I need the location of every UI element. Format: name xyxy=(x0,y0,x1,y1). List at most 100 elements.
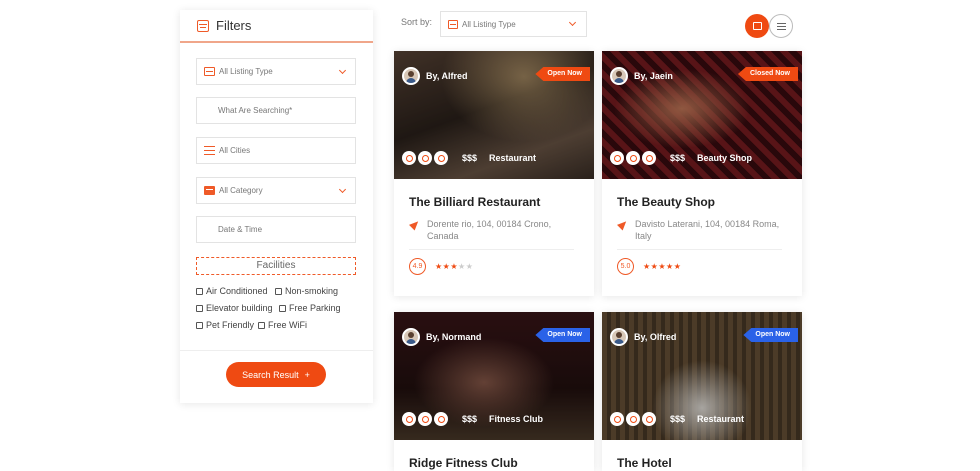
chevron-down-icon xyxy=(338,66,347,75)
listing-image[interactable]: By, Alfred Open Now $$$ Restaurant xyxy=(394,51,594,179)
checkbox-box[interactable] xyxy=(279,304,286,312)
location-pin-icon[interactable] xyxy=(610,412,624,426)
listing-title[interactable]: Ridge Fitness Club xyxy=(409,456,518,470)
share-icon[interactable] xyxy=(642,151,656,165)
rating-score: 5.0 xyxy=(617,258,634,275)
grid-view-icon xyxy=(753,22,762,30)
category-select[interactable]: All Category xyxy=(196,177,356,204)
listing-card[interactable]: By, Alfred Open Now $$$ Restaurant The B… xyxy=(394,51,594,296)
search-button-label: Search Result xyxy=(242,369,299,380)
heart-icon[interactable] xyxy=(626,412,640,426)
date-time-placeholder: Date & Time xyxy=(218,225,263,234)
price-level: $$$ xyxy=(670,414,686,424)
avatar xyxy=(610,67,628,85)
list-icon xyxy=(204,146,215,155)
status-badge: Closed Now xyxy=(737,67,798,81)
checkbox-box[interactable] xyxy=(275,287,282,295)
checkbox-label: Free Parking xyxy=(289,303,341,313)
location-pin-icon[interactable] xyxy=(402,151,416,165)
search-input[interactable]: What Are Searching* xyxy=(196,97,356,124)
navigation-arrow-icon xyxy=(616,218,630,231)
navigation-arrow-icon xyxy=(408,218,422,231)
listing-image[interactable]: By, Olfred Open Now $$$ Restaurant xyxy=(602,312,802,440)
checkbox-label: Pet Friendly xyxy=(206,320,255,330)
sort-label: Sort by: xyxy=(401,17,433,27)
category-icon xyxy=(204,186,215,195)
listing-category: Fitness Club xyxy=(489,414,544,424)
price-level: $$$ xyxy=(670,153,686,163)
checkbox-elevator-building[interactable]: Elevator building xyxy=(196,303,273,313)
rating-score: 4.9 xyxy=(409,258,426,275)
listing-image[interactable]: By, Normand Open Now $$$ Fitness Club xyxy=(394,312,594,440)
author-name: By, Olfred xyxy=(634,332,677,342)
share-icon[interactable] xyxy=(434,412,448,426)
checkbox-label: Elevator building xyxy=(206,303,273,313)
heart-icon[interactable] xyxy=(418,412,432,426)
listing-category: Restaurant xyxy=(489,153,537,163)
listing-type-select[interactable]: All Listing Type xyxy=(196,58,356,85)
listing-card[interactable]: By, Jaein Closed Now $$$ Beauty Shop The… xyxy=(602,51,802,296)
listing-image[interactable]: By, Jaein Closed Now $$$ Beauty Shop xyxy=(602,51,802,179)
listing-card[interactable]: By, Olfred Open Now $$$ Restaurant The H… xyxy=(602,312,802,471)
sort-value: All Listing Type xyxy=(462,19,516,29)
listing-author: By, Normand xyxy=(402,328,481,346)
listing-address: Dorente rio, 104, 00184 Crono, Canada xyxy=(408,218,579,242)
list-view-icon xyxy=(777,23,786,30)
checkbox-label: Air Conditioned xyxy=(206,286,268,296)
filters-title: Filters xyxy=(216,18,252,33)
chevron-down-icon xyxy=(568,18,577,27)
date-time-input[interactable]: Date & Time xyxy=(196,216,356,243)
author-name: By, Alfred xyxy=(426,71,468,81)
location-pin-icon[interactable] xyxy=(610,151,624,165)
location-pin-icon[interactable] xyxy=(402,412,416,426)
avatar xyxy=(402,67,420,85)
share-icon[interactable] xyxy=(642,412,656,426)
list-view-button[interactable] xyxy=(769,14,793,38)
cities-select[interactable]: All Cities xyxy=(196,137,356,164)
listing-author: By, Jaein xyxy=(610,67,673,85)
checkbox-label: Free WiFi xyxy=(268,320,307,330)
checkbox-free-wifi[interactable]: Free WiFi xyxy=(258,320,307,330)
status-badge: Open Now xyxy=(743,328,798,342)
checkbox-air-conditioned[interactable]: Air Conditioned xyxy=(196,286,268,296)
filters-panel: Filters All Listing Type What Are Search… xyxy=(180,10,373,403)
sort-select[interactable]: All Listing Type xyxy=(440,11,587,37)
divider xyxy=(409,249,574,250)
filter-icon xyxy=(197,19,209,32)
category-value: All Category xyxy=(219,186,263,195)
checkbox-box[interactable] xyxy=(258,321,265,329)
listing-title[interactable]: The Billiard Restaurant xyxy=(409,195,540,209)
price-level: $$$ xyxy=(462,414,478,424)
checkbox-box[interactable] xyxy=(196,287,203,295)
share-icon[interactable] xyxy=(434,151,448,165)
heart-icon[interactable] xyxy=(418,151,432,165)
checkbox-free-parking[interactable]: Free Parking xyxy=(279,303,341,313)
listing-category: Restaurant xyxy=(697,414,745,424)
listing-icon xyxy=(448,19,458,29)
chevron-down-icon xyxy=(338,185,347,194)
divider xyxy=(617,249,782,250)
listing-title[interactable]: The Beauty Shop xyxy=(617,195,715,209)
listing-title[interactable]: The Hotel xyxy=(617,456,672,470)
search-result-button[interactable]: Search Result + xyxy=(226,362,326,387)
listing-icon xyxy=(204,67,215,76)
checkbox-box[interactable] xyxy=(196,304,203,312)
status-badge: Open Now xyxy=(535,67,590,81)
heart-icon[interactable] xyxy=(626,151,640,165)
filters-header: Filters xyxy=(180,10,373,43)
listing-category: Beauty Shop xyxy=(697,153,753,163)
address-text: Dorente rio, 104, 00184 Crono, Canada xyxy=(427,219,552,241)
listing-address: Davisto Laterani, 104, 00184 Roma, Italy xyxy=(616,218,787,242)
checkbox-pet-friendly[interactable]: Pet Friendly xyxy=(196,320,254,330)
checkbox-box[interactable] xyxy=(196,321,203,329)
address-text: Davisto Laterani, 104, 00184 Roma, Italy xyxy=(635,219,780,241)
author-name: By, Normand xyxy=(426,332,482,342)
checkbox-non-smoking[interactable]: Non-smoking xyxy=(275,286,338,296)
search-placeholder: What Are Searching* xyxy=(218,106,293,115)
price-level: $$$ xyxy=(462,153,478,163)
listing-card[interactable]: By, Normand Open Now $$$ Fitness Club Ri… xyxy=(394,312,594,471)
listing-type-value: All Listing Type xyxy=(219,67,273,76)
grid-view-button[interactable] xyxy=(745,14,769,38)
plus-icon: + xyxy=(304,369,310,380)
divider xyxy=(180,350,373,351)
